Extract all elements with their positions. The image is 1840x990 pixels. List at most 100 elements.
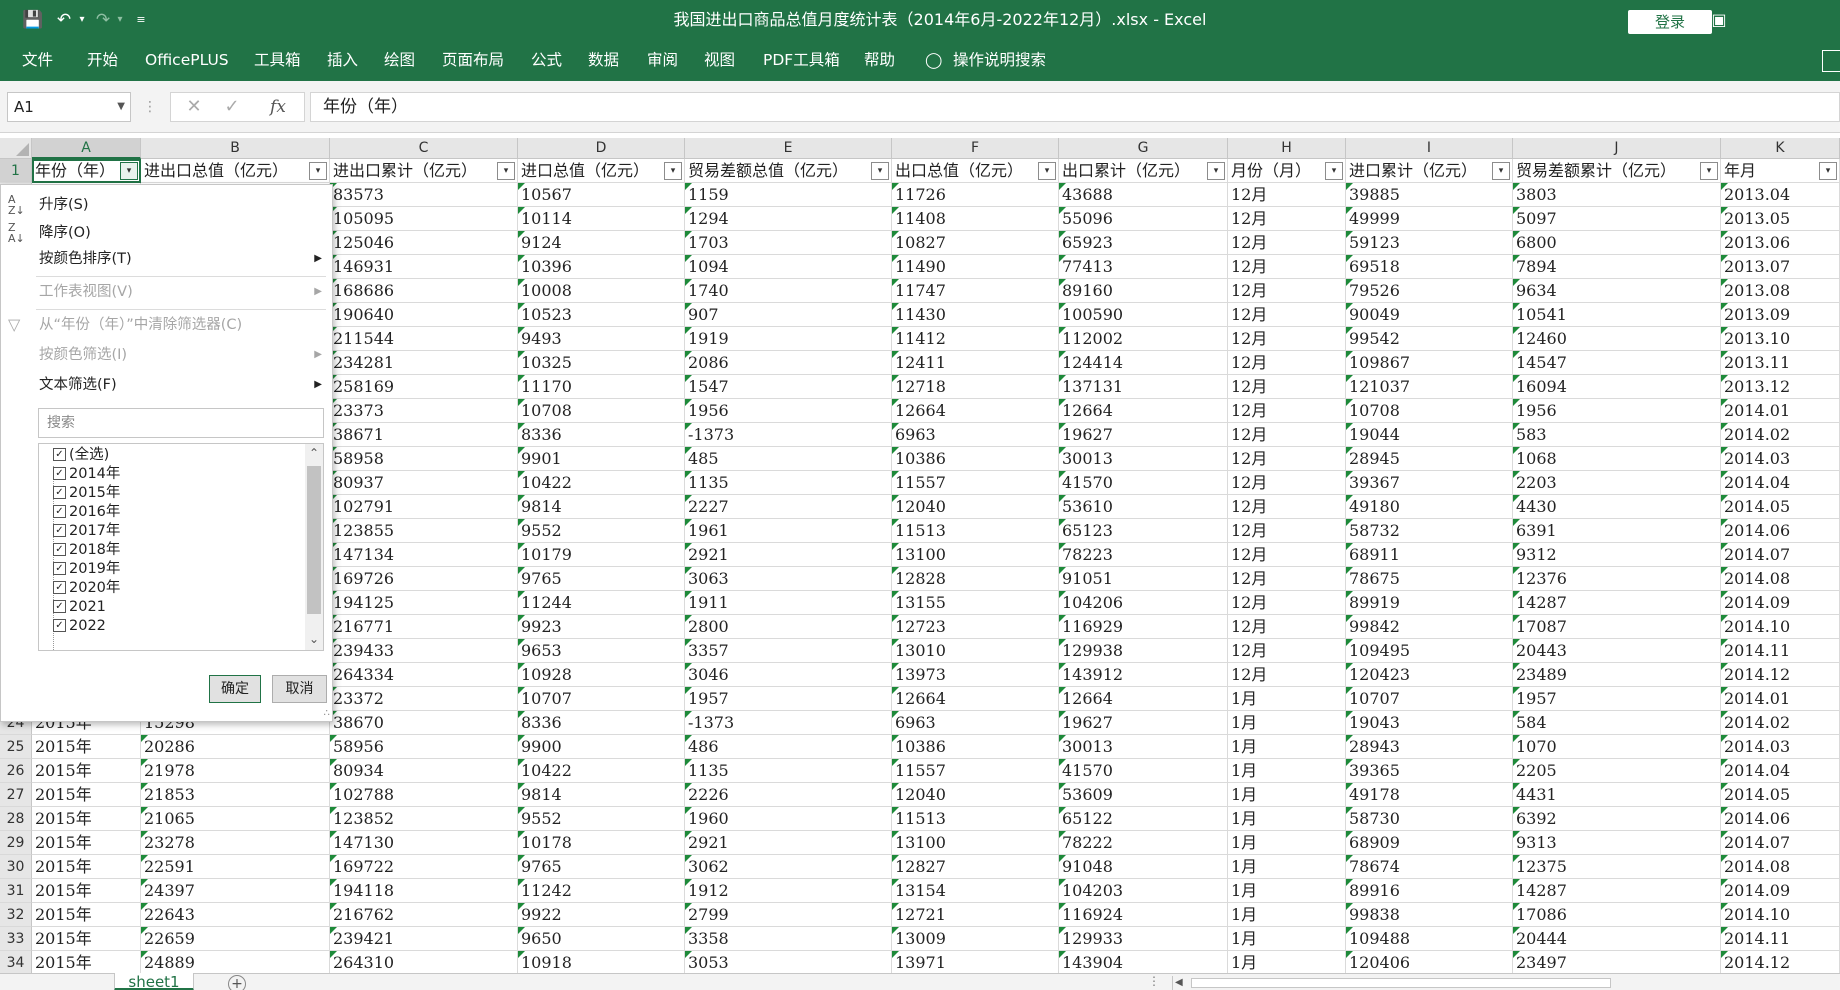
data-cell[interactable]: 12月 [1228,375,1346,399]
data-cell[interactable]: 30013 [1059,447,1228,471]
row-header[interactable]: 29 [0,831,32,855]
data-cell[interactable]: 99542 [1346,327,1513,351]
data-cell[interactable]: 143904 [1059,951,1228,973]
data-cell[interactable]: 58956 [330,735,518,759]
data-cell[interactable]: 55096 [1059,207,1228,231]
data-cell[interactable]: 1月 [1228,687,1346,711]
column-header-j[interactable]: J [1513,138,1721,159]
data-cell[interactable]: 1957 [685,687,892,711]
data-cell[interactable]: 10541 [1513,303,1721,327]
data-cell[interactable]: 12月 [1228,279,1346,303]
data-cell[interactable]: 2014.10 [1721,615,1840,639]
checkbox[interactable]: ✓ [53,467,66,480]
data-cell[interactable]: 9765 [518,855,685,879]
save-icon[interactable]: 💾 [22,8,44,32]
data-cell[interactable]: 123855 [330,519,518,543]
data-cell[interactable]: 2015年 [32,735,141,759]
data-cell[interactable]: 2014.06 [1721,519,1840,543]
data-cell[interactable]: 12721 [892,903,1059,927]
data-cell[interactable]: 9552 [518,807,685,831]
data-cell[interactable]: 124414 [1059,351,1228,375]
tab-toolbox[interactable]: 工具箱 [254,40,301,81]
data-cell[interactable]: 264310 [330,951,518,973]
formula-input[interactable]: 年份（年） [310,92,1840,122]
data-cell[interactable]: 3357 [685,639,892,663]
data-cell[interactable]: 19627 [1059,711,1228,735]
data-cell[interactable]: 1月 [1228,735,1346,759]
header-cell[interactable]: 进出口总值（亿元） [141,159,330,183]
data-cell[interactable]: 78223 [1059,543,1228,567]
data-cell[interactable]: 9634 [1513,279,1721,303]
data-cell[interactable]: 23497 [1513,951,1721,973]
data-cell[interactable]: 58730 [1346,807,1513,831]
data-cell[interactable]: 11490 [892,255,1059,279]
data-cell[interactable]: 12月 [1228,471,1346,495]
data-cell[interactable]: 2013.07 [1721,255,1840,279]
data-cell[interactable]: 11408 [892,207,1059,231]
data-cell[interactable]: 21065 [141,807,330,831]
checkbox[interactable]: ✓ [53,581,66,594]
data-cell[interactable]: 216762 [330,903,518,927]
data-cell[interactable]: 2013.11 [1721,351,1840,375]
data-cell[interactable]: 20286 [141,735,330,759]
data-cell[interactable]: 10928 [518,663,685,687]
data-cell[interactable]: 239433 [330,639,518,663]
data-cell[interactable]: 2015年 [32,927,141,951]
data-cell[interactable]: 109488 [1346,927,1513,951]
data-cell[interactable]: 24397 [141,879,330,903]
data-cell[interactable]: 123852 [330,807,518,831]
data-cell[interactable]: 2015年 [32,783,141,807]
tab-home[interactable]: 开始 [87,40,118,81]
data-cell[interactable]: 137131 [1059,375,1228,399]
tab-pdf-toolbox[interactable]: PDF工具箱 [763,40,840,81]
data-cell[interactable]: 41570 [1059,759,1228,783]
data-cell[interactable]: 77413 [1059,255,1228,279]
data-cell[interactable]: 12827 [892,855,1059,879]
data-cell[interactable]: 1070 [1513,735,1721,759]
data-cell[interactable]: 2015年 [32,831,141,855]
header-cell[interactable]: 进出口累计（亿元） [330,159,518,183]
data-cell[interactable]: 11170 [518,375,685,399]
data-cell[interactable]: 13100 [892,831,1059,855]
data-cell[interactable]: 100590 [1059,303,1228,327]
data-cell[interactable]: 14287 [1513,591,1721,615]
data-cell[interactable]: 1135 [685,759,892,783]
data-cell[interactable]: 2015年 [32,903,141,927]
data-cell[interactable]: 168686 [330,279,518,303]
horizontal-scrollbar[interactable]: ◀ [1172,976,1840,990]
data-cell[interactable]: 3358 [685,927,892,951]
sheet-tab-sheet1[interactable]: sheet1 [114,973,194,990]
undo-icon[interactable]: ↶ [52,8,76,32]
data-cell[interactable]: 2014.11 [1721,639,1840,663]
data-cell[interactable]: 22659 [141,927,330,951]
filter-dropdown-icon[interactable]: ▾ [1492,162,1510,180]
header-cell[interactable]: 贸易差额总值（亿元） [685,159,892,183]
data-cell[interactable]: 11557 [892,471,1059,495]
data-cell[interactable]: 3053 [685,951,892,973]
data-cell[interactable]: 10708 [1346,399,1513,423]
data-cell[interactable]: 39885 [1346,183,1513,207]
data-cell[interactable]: 10325 [518,351,685,375]
data-cell[interactable]: 23489 [1513,663,1721,687]
data-cell[interactable]: 13971 [892,951,1059,973]
data-cell[interactable]: 6963 [892,711,1059,735]
data-cell[interactable]: 2205 [1513,759,1721,783]
data-cell[interactable]: 2014.10 [1721,903,1840,927]
data-cell[interactable]: 21853 [141,783,330,807]
data-cell[interactable]: 19627 [1059,423,1228,447]
data-cell[interactable]: 258169 [330,375,518,399]
data-cell[interactable]: 2014.04 [1721,759,1840,783]
data-cell[interactable]: 38671 [330,423,518,447]
data-cell[interactable]: 143912 [1059,663,1228,687]
data-cell[interactable]: 12718 [892,375,1059,399]
data-cell[interactable]: 68909 [1346,831,1513,855]
data-cell[interactable]: 91048 [1059,855,1228,879]
data-cell[interactable]: 194125 [330,591,518,615]
row-header[interactable]: 32 [0,903,32,927]
data-cell[interactable]: 194118 [330,879,518,903]
tab-review[interactable]: 审阅 [647,40,678,81]
data-cell[interactable]: 53610 [1059,495,1228,519]
data-cell[interactable]: 12月 [1228,615,1346,639]
filter-search-input[interactable]: 搜索 [38,408,324,438]
data-cell[interactable]: 9312 [1513,543,1721,567]
